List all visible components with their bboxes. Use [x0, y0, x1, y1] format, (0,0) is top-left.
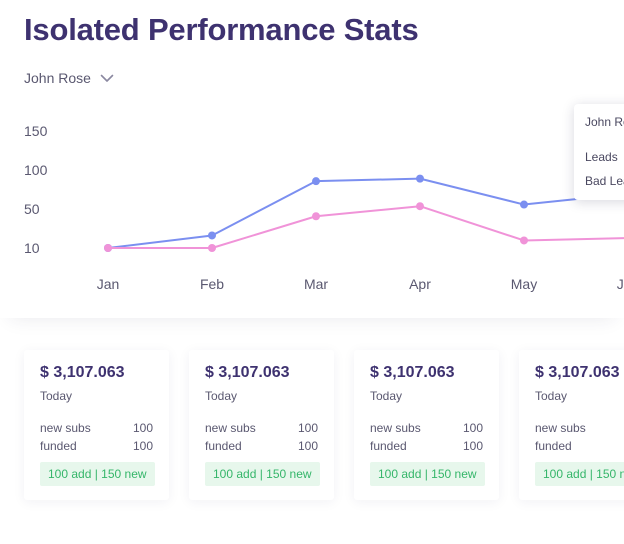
- y-tick-label: 100: [24, 162, 48, 178]
- x-tick-label: Jun: [617, 276, 624, 292]
- chart-panel: 150 100 50 10 Jan Feb Mar Apr May Jun: [0, 100, 624, 318]
- page: Isolated Performance Stats John Rose 150…: [0, 0, 624, 544]
- card-row-label: funded: [40, 439, 77, 453]
- card-row-value: 100: [132, 439, 153, 453]
- stat-card[interactable]: $ 3,107.063 Today new subs100 funded 100 …: [519, 350, 624, 500]
- user-dropdown[interactable]: John Rose: [24, 70, 114, 86]
- card-row-new-subs: new subs 100: [40, 421, 153, 435]
- card-row-value: 100: [462, 439, 483, 453]
- y-tick-label: 50: [24, 201, 40, 217]
- x-tick-label: May: [511, 276, 537, 292]
- stat-card[interactable]: $ 3,107.063 Today new subs 100 funded 100 …: [189, 350, 334, 500]
- stat-card[interactable]: $ 3,107.063 Today new subs 100 funded 100 …: [354, 350, 499, 500]
- tooltip-user-name: John Rose: [585, 115, 624, 129]
- tooltip-leads-label: Leads: [585, 150, 618, 164]
- series-point: [312, 212, 320, 221]
- card-row-value: 100: [297, 421, 318, 435]
- card-row-new-subs: new subs100: [535, 421, 624, 435]
- card-row-label: funded: [205, 439, 242, 453]
- card-row-new-subs: new subs 100: [205, 421, 318, 435]
- card-badge: 100 add | 150 new: [370, 462, 485, 486]
- series-point: [104, 244, 112, 252]
- card-amount: $ 3,107.063: [535, 364, 620, 381]
- series-line: [107, 177, 624, 249]
- y-tick-label: 10: [24, 240, 40, 256]
- x-tick-label: Mar: [304, 276, 328, 292]
- card-amount: $ 3,107.063: [205, 364, 290, 381]
- card-row-funded: funded 100: [40, 439, 153, 453]
- series-point: [208, 231, 216, 240]
- x-tick-label: Apr: [409, 276, 431, 292]
- card-badge: 100 add | 150 new: [40, 462, 155, 486]
- card-row-funded: funded 100: [370, 439, 483, 453]
- card-row-value: 100: [462, 421, 483, 435]
- series-point: [520, 236, 528, 245]
- card-row-label: new subs: [40, 421, 91, 435]
- user-dropdown-value: John Rose: [24, 70, 91, 86]
- performance-line-chart: 150 100 50 10 Jan Feb Mar Apr May Jun: [24, 123, 624, 292]
- card-period: Today: [370, 389, 403, 403]
- y-tick-label: 150: [24, 123, 48, 139]
- card-row-label: new subs: [370, 421, 421, 435]
- series-point: [520, 200, 528, 209]
- x-tick-label: Feb: [200, 276, 224, 292]
- card-amount: $ 3,107.063: [370, 364, 455, 381]
- card-row-new-subs: new subs 100: [370, 421, 483, 435]
- card-period: Today: [40, 389, 73, 403]
- series-point: [416, 202, 424, 211]
- series-line: [108, 205, 624, 249]
- card-badge: 100 add | 150 new: [205, 462, 320, 486]
- card-period: Today: [535, 389, 568, 403]
- chart-tooltip: John Rose Leads Bad Leads: [574, 104, 624, 200]
- card-row-funded: funded 100: [205, 439, 318, 453]
- card-row-label: new subs: [205, 421, 256, 435]
- series-point: [312, 177, 320, 186]
- series-point: [416, 174, 424, 183]
- x-tick-label: Jan: [97, 276, 120, 292]
- card-period: Today: [205, 389, 238, 403]
- card-row-label: funded: [370, 439, 407, 453]
- tooltip-bad-leads-label: Bad Leads: [585, 174, 624, 188]
- card-row-value: 100: [297, 439, 318, 453]
- card-amount: $ 3,107.063: [40, 364, 125, 381]
- card-row-label: new subs: [535, 421, 586, 435]
- page-title: Isolated Performance Stats: [24, 12, 419, 47]
- series-point: [208, 244, 216, 252]
- stat-card[interactable]: $ 3,107.063 Today new subs 100 funded 100 …: [24, 350, 169, 500]
- card-row-label: funded: [535, 439, 572, 453]
- card-row-value: 100: [132, 421, 153, 435]
- card-badge: 100 add | 150 new: [535, 462, 624, 486]
- chevron-down-icon: [100, 74, 114, 83]
- card-row-funded: funded100: [535, 439, 624, 453]
